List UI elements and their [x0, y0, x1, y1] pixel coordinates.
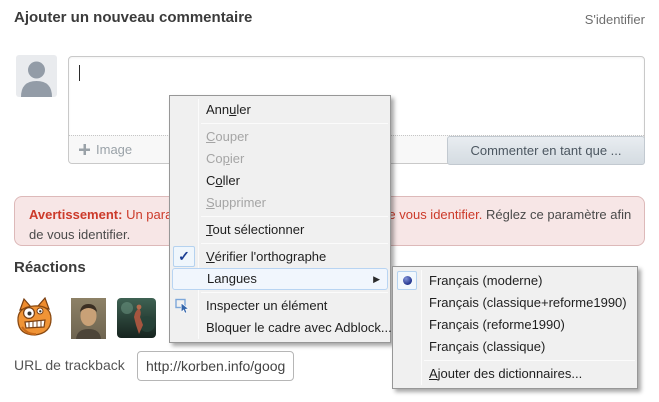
submenu-item-francais-classique-reforme1990[interactable]: Français (classique+reforme1990)	[393, 292, 637, 314]
add-image-label: Image	[96, 142, 132, 157]
menu-item-label: Langues	[207, 271, 257, 286]
menu-item-label: Supprimer	[206, 195, 266, 210]
menu-separator	[201, 123, 388, 124]
submenu-item-francais-moderne[interactable]: Français (moderne)	[393, 270, 637, 292]
trackback-label: URL de trackback	[14, 357, 125, 373]
menu-item-delete: Supprimer	[170, 192, 390, 214]
menu-item-paste[interactable]: Coller	[170, 170, 390, 192]
menu-item-label: Bloquer le cadre avec Adblock...	[206, 320, 392, 335]
submenu-item-francais-reforme1990[interactable]: Français (reforme1990)	[393, 314, 637, 336]
menu-item-languages[interactable]: Langues ▶	[172, 268, 388, 290]
plus-icon	[79, 144, 90, 155]
menu-item-label: Tout sélectionner	[206, 222, 304, 237]
menu-item-inspect-element[interactable]: Inspecter un élément	[170, 295, 390, 317]
reactions-heading: Réactions	[14, 259, 86, 276]
menu-separator	[424, 360, 635, 361]
reaction-avatar-man[interactable]	[71, 298, 106, 339]
menu-item-copy: Copier	[170, 148, 390, 170]
menu-item-label: Annuler	[206, 102, 251, 117]
menu-item-label: Inspecter un élément	[206, 298, 327, 313]
avatar	[16, 55, 57, 97]
menu-separator	[201, 243, 388, 244]
signin-link[interactable]: S'identifier	[585, 12, 645, 27]
add-image-button[interactable]: Image	[79, 142, 132, 157]
radio-selected-icon	[397, 271, 417, 290]
warning-label: Avertissement:	[29, 207, 122, 222]
page-title: Ajouter un nouveau commentaire	[14, 9, 252, 26]
fantasy-avatar-image	[117, 298, 156, 338]
text-cursor	[79, 65, 80, 81]
reaction-avatar-cat[interactable]	[14, 297, 55, 338]
reaction-avatar-fantasy[interactable]	[117, 298, 156, 338]
trackback-url-input[interactable]	[137, 351, 294, 381]
comment-page: Ajouter un nouveau commentaire S'identif…	[0, 0, 659, 402]
languages-submenu: Français (moderne) Français (classique+r…	[392, 266, 638, 389]
menu-item-label: Coller	[206, 173, 240, 188]
menu-item-label: Français (moderne)	[429, 273, 542, 288]
submenu-item-add-dictionaries[interactable]: Ajouter des dictionnaires...	[393, 363, 637, 385]
menu-item-label: Copier	[206, 151, 244, 166]
submenu-arrow-icon: ▶	[373, 269, 380, 289]
comment-as-button[interactable]: Commenter en tant que ...	[447, 136, 645, 165]
menu-item-cut: Couper	[170, 126, 390, 148]
menu-item-label: Vérifier l'orthographe	[206, 249, 326, 264]
menu-separator	[201, 292, 388, 293]
submenu-item-francais-classique[interactable]: Français (classique)	[393, 336, 637, 358]
menu-item-label: Couper	[206, 129, 249, 144]
menu-item-label: Ajouter des dictionnaires...	[429, 366, 582, 381]
menu-item-label: Français (classique)	[429, 339, 545, 354]
menu-item-check-spelling[interactable]: ✓ Vérifier l'orthographe	[170, 246, 390, 268]
warning-message-dark: Réglez ce paramètre afin	[486, 207, 631, 222]
man-avatar-image	[71, 298, 106, 339]
person-silhouette-icon	[16, 55, 57, 97]
cat-avatar-image	[14, 297, 55, 338]
menu-item-undo[interactable]: Annuler	[170, 99, 390, 121]
menu-item-label: Français (reforme1990)	[429, 317, 565, 332]
context-menu: Annuler Couper Copier Coller Supprimer T…	[169, 95, 391, 343]
menu-separator	[201, 216, 388, 217]
checkmark-icon: ✓	[173, 246, 195, 267]
menu-item-block-frame-adblock[interactable]: Bloquer le cadre avec Adblock...	[170, 317, 390, 339]
menu-item-select-all[interactable]: Tout sélectionner	[170, 219, 390, 241]
menu-item-label: Français (classique+reforme1990)	[429, 295, 627, 310]
